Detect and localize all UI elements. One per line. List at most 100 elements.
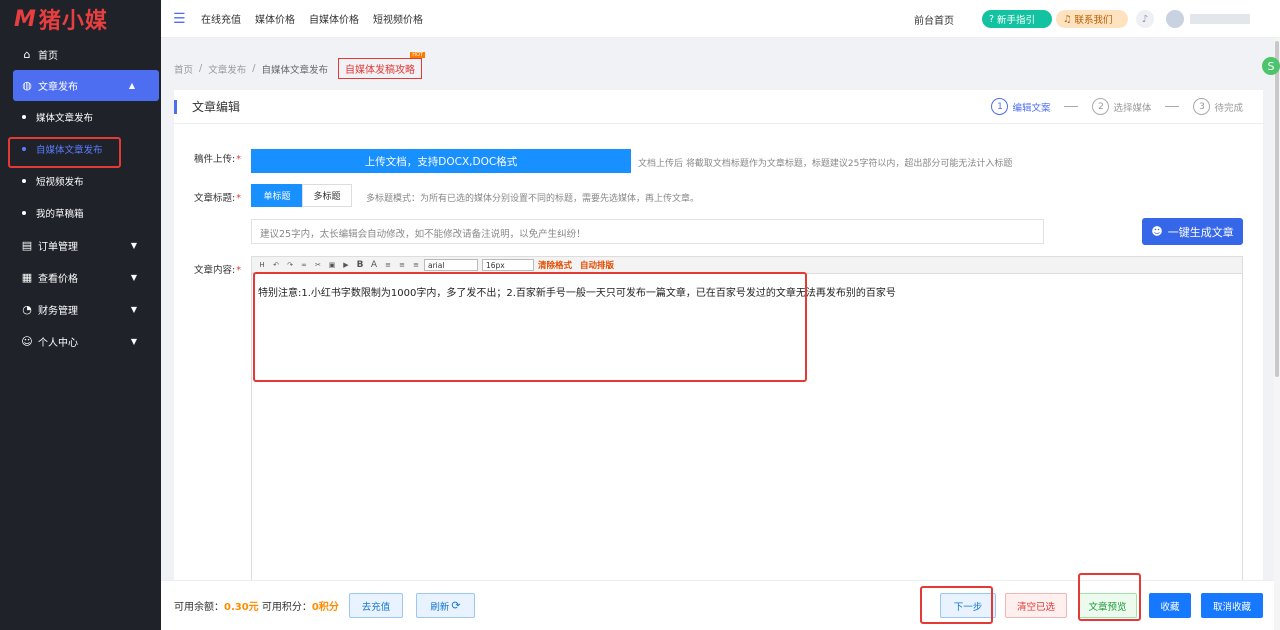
breadcrumb: 首页 / 文章发布 / 自媒体文章发布 自媒体发稿攻略 HOT: [174, 52, 425, 79]
globe-icon: ◍: [22, 79, 32, 92]
breadcrumb-separator: /: [199, 63, 203, 74]
guide-label: 新手指引: [997, 15, 1036, 26]
title-input[interactable]: 建议25字内，太长编辑会自动修改，如不能修改请备注说明，以免产生纠纷！: [251, 219, 1044, 244]
uncollect-button[interactable]: 取消收藏: [1201, 593, 1263, 618]
step-number: 3: [1193, 98, 1211, 115]
top-nav-recharge[interactable]: 在线充值: [201, 11, 241, 26]
step-edit: 1 编辑文案: [991, 98, 1050, 115]
align-left-icon[interactable]: ≡: [382, 259, 394, 271]
top-nav-video-price[interactable]: 短视频价格: [373, 11, 423, 26]
font-family-select[interactable]: arial: [424, 259, 478, 271]
help-icon: ?: [989, 13, 995, 25]
home-icon: ⌂: [23, 47, 31, 61]
refresh-label: 刷新: [430, 601, 450, 613]
balance-value: 0.30元: [224, 602, 259, 613]
bell-icon[interactable]: ♪: [1136, 10, 1154, 28]
collect-button[interactable]: 收藏: [1149, 593, 1191, 618]
sidebar-sub-short-video[interactable]: 短视频发布: [0, 165, 161, 197]
undo-icon[interactable]: ↶: [270, 259, 282, 271]
step-number: 1: [991, 98, 1009, 115]
scrollbar-thumb[interactable]: [1275, 41, 1279, 377]
user-icon: ☺: [21, 334, 33, 348]
highlight-box: [1078, 573, 1141, 621]
breadcrumb-article[interactable]: 文章发布: [208, 62, 246, 76]
sidebar-sub-label: 我的草稿箱: [36, 209, 84, 220]
clear-selected-button[interactable]: 清空已选: [1005, 593, 1067, 618]
sidebar-item-finance[interactable]: ◔ 财务管理 ▼: [0, 293, 161, 325]
headset-icon: ♫: [1063, 13, 1072, 25]
logo[interactable]: M 猪小媒: [0, 0, 161, 38]
front-home-link[interactable]: 前台首页: [914, 12, 954, 27]
upload-label-text: 稿件上传:: [194, 154, 236, 165]
tab-multi-title[interactable]: 多标题: [302, 184, 352, 207]
breadcrumb-home[interactable]: 首页: [174, 62, 193, 76]
refresh-button[interactable]: 刷新 ⟳: [416, 593, 475, 618]
redo-icon[interactable]: ↷: [284, 259, 296, 271]
sidebar-item-home[interactable]: ⌂ 首页: [0, 38, 161, 70]
menu-toggle-icon[interactable]: ☰: [173, 11, 187, 27]
card-header: 文章编辑 1 编辑文案 2 选择媒体 3 待完成: [174, 90, 1263, 124]
title-label: 文章标题:*: [194, 190, 241, 204]
ai-generate-button[interactable]: ☻ 一键生成文章: [1142, 218, 1243, 245]
title-accent: [174, 99, 177, 114]
step-label: 编辑文案: [1012, 102, 1051, 114]
clear-format-button[interactable]: 清除格式: [538, 259, 572, 271]
sidebar-item-orders[interactable]: ▤ 订单管理 ▼: [0, 229, 161, 261]
sidebar-sub-label: 短视频发布: [36, 177, 84, 188]
font-color-icon[interactable]: A: [368, 259, 380, 271]
hot-badge: HOT: [410, 52, 425, 58]
auto-layout-button[interactable]: 自动排版: [580, 259, 614, 271]
bullet-icon: [22, 115, 26, 119]
highlight-box: [920, 586, 993, 624]
sidebar-item-label: 财务管理: [38, 305, 78, 317]
breadcrumb-current: 自媒体文章发布: [261, 64, 328, 76]
image-icon[interactable]: ▣: [326, 259, 338, 271]
top-nav-self-media-price[interactable]: 自媒体价格: [309, 11, 359, 26]
highlight-box: [253, 272, 807, 382]
link-icon[interactable]: ∞: [298, 259, 310, 271]
recharge-button[interactable]: 去充值: [349, 593, 403, 618]
page-scrollbar[interactable]: [1274, 38, 1280, 630]
strategy-tag[interactable]: 自媒体发稿攻略 HOT: [337, 52, 425, 79]
points-label: 可用积分：: [258, 602, 312, 613]
contact-button[interactable]: ♫ 联系我们: [1056, 10, 1128, 28]
bold-icon[interactable]: B: [354, 259, 366, 271]
sidebar-item-prices[interactable]: ▦ 查看价格 ▼: [0, 261, 161, 293]
required-mark: *: [236, 154, 241, 165]
upload-hint: 文档上传后 将截取文档标题作为文章标题，标题建议25字符以内，超出部分可能无法计…: [638, 159, 1013, 169]
price-icon: ▦: [21, 270, 33, 284]
floating-assistant-icon[interactable]: S: [1262, 57, 1280, 75]
step-number: 2: [1092, 98, 1110, 115]
guide-button[interactable]: ? 新手指引: [982, 10, 1052, 28]
upload-button[interactable]: 上传文档，支持DOCX,DOC格式: [251, 149, 631, 173]
chevron-down-icon: ▼: [130, 304, 137, 314]
sidebar: M 猪小媒 ⌂ 首页 ◍ 文章发布 ▲ 媒体文章发布 自媒体文章发布 短视频发布…: [0, 0, 161, 630]
unlink-icon[interactable]: ✂: [312, 259, 324, 271]
order-icon: ▤: [21, 238, 33, 252]
sidebar-item-profile[interactable]: ☺ 个人中心 ▼: [0, 325, 161, 357]
media-icon[interactable]: ▶: [340, 259, 352, 271]
sidebar-sub-media-article[interactable]: 媒体文章发布: [0, 101, 161, 133]
upload-label: 稿件上传:*: [194, 151, 241, 165]
username-redacted: [1190, 14, 1250, 24]
contact-label: 联系我们: [1074, 15, 1113, 26]
font-size-select[interactable]: 16px: [482, 259, 534, 271]
align-center-icon[interactable]: ≡: [396, 259, 408, 271]
content-label: 文章内容:*: [194, 262, 241, 276]
sidebar-item-label: 个人中心: [38, 337, 78, 349]
sidebar-item-label: 查看价格: [38, 273, 78, 285]
bullet-icon: [22, 211, 26, 215]
top-nav: 在线充值 媒体价格 自媒体价格 短视频价格: [201, 11, 437, 26]
align-right-icon[interactable]: ≡: [410, 259, 422, 271]
required-mark: *: [236, 193, 241, 204]
finance-icon: ◔: [22, 302, 32, 316]
top-nav-media-price[interactable]: 媒体价格: [255, 11, 295, 26]
required-mark: *: [236, 265, 241, 276]
balance-info: 可用余额：0.30元 可用积分：0积分: [174, 598, 339, 613]
sidebar-item-article-publish[interactable]: ◍ 文章发布 ▲: [13, 70, 159, 101]
ai-generate-label: 一键生成文章: [1167, 225, 1234, 239]
html-icon[interactable]: H: [256, 259, 268, 271]
avatar[interactable]: [1166, 10, 1184, 28]
sidebar-sub-drafts[interactable]: 我的草稿箱: [0, 197, 161, 229]
tab-single-title[interactable]: 单标题: [251, 184, 303, 207]
